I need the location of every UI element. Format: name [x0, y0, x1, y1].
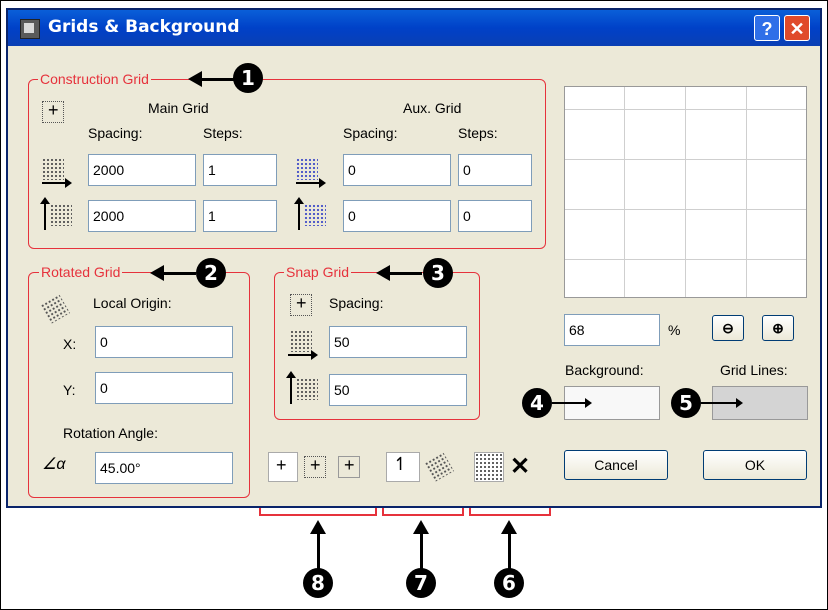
- callout-6: 6: [494, 568, 524, 598]
- snap-x-arrow: [288, 350, 318, 360]
- axes-icon: ↿: [393, 454, 409, 474]
- ok-button[interactable]: OK: [703, 450, 807, 480]
- callout-2-arrow: [150, 265, 196, 281]
- snap-grid-icon: [290, 293, 312, 316]
- bracket-8: [259, 508, 377, 516]
- callout-1: 1: [233, 63, 263, 93]
- grid-type-button-1[interactable]: ↿: [386, 452, 420, 482]
- aux-grid-y-arrow: [294, 197, 304, 230]
- main-grid-x-icon: [42, 158, 64, 180]
- callout-1-arrow: [188, 71, 234, 87]
- origin-y-field[interactable]: 0: [95, 372, 233, 404]
- background-button-1[interactable]: [474, 452, 504, 482]
- aux-grid-label: Aux. Grid: [403, 100, 462, 116]
- zoom-in-button[interactable]: ⊕: [762, 315, 794, 341]
- callout-2: 2: [196, 258, 226, 288]
- aux-grid-x-icon: [296, 158, 318, 180]
- aux-steps-x-field[interactable]: 0: [458, 154, 532, 186]
- x-label: X:: [63, 336, 77, 352]
- callout-7: 7: [406, 568, 436, 598]
- grid-display-button-3[interactable]: [338, 455, 360, 478]
- callout-6-arrow: [501, 520, 517, 570]
- snap-y-icon: [296, 378, 318, 400]
- local-origin-label: Local Origin:: [93, 295, 172, 311]
- cancel-button[interactable]: Cancel: [564, 450, 668, 480]
- snap-x-icon: [290, 330, 312, 352]
- aux-grid-x-arrow: [296, 178, 326, 188]
- zoom-field[interactable]: 68: [564, 314, 660, 346]
- snap-y-arrow: [286, 371, 296, 404]
- main-spacing-y-field[interactable]: 2000: [88, 200, 196, 232]
- callout-5-arrow: [701, 398, 743, 408]
- main-steps-y-field[interactable]: 1: [203, 200, 277, 232]
- construction-grid-legend: Construction Grid: [38, 71, 151, 87]
- zoom-in-icon: ⊕: [772, 320, 784, 336]
- aux-spacing-y-field[interactable]: 0: [343, 200, 451, 232]
- aux-spacing-x-field[interactable]: 0: [343, 154, 451, 186]
- grid-lines-label: Grid Lines:: [720, 362, 788, 378]
- title-bar: Grids & Background ? ✕: [8, 10, 820, 46]
- callout-3: 3: [423, 258, 453, 288]
- callout-8-arrow: [310, 520, 326, 570]
- callout-4-arrow: [552, 398, 592, 408]
- main-grid-y-arrow: [40, 197, 50, 230]
- grid-display-button-1[interactable]: +: [268, 452, 298, 482]
- clear-icon[interactable]: ✕: [510, 452, 530, 481]
- zoom-out-button[interactable]: ⊖: [712, 315, 744, 341]
- main-steps-label: Steps:: [203, 125, 243, 141]
- rotation-angle-field[interactable]: 45.00°: [95, 452, 233, 484]
- zoom-unit: %: [668, 322, 681, 338]
- rotation-angle-label: Rotation Angle:: [63, 425, 158, 441]
- grid-display-button-2[interactable]: [304, 455, 326, 478]
- rotated-grid-legend: Rotated Grid: [39, 264, 123, 280]
- y-label: Y:: [63, 382, 76, 398]
- snap-grid-legend: Snap Grid: [284, 264, 352, 280]
- construction-grid-icon: [42, 100, 64, 123]
- background-label: Background:: [565, 362, 644, 378]
- main-grid-x-arrow: [42, 178, 72, 188]
- window-title: Grids & Background: [48, 17, 240, 37]
- main-spacing-label: Spacing:: [88, 125, 143, 141]
- close-button[interactable]: ✕: [784, 15, 810, 41]
- callout-5: 5: [671, 388, 701, 418]
- main-grid-y-icon: [50, 204, 72, 226]
- angle-icon: ∠α: [42, 456, 66, 473]
- main-grid-label: Main Grid: [148, 100, 209, 116]
- origin-x-field[interactable]: 0: [95, 326, 233, 358]
- main-steps-x-field[interactable]: 1: [203, 154, 277, 186]
- aux-spacing-label: Spacing:: [343, 125, 398, 141]
- app-icon: [20, 19, 40, 39]
- aux-steps-label: Steps:: [458, 125, 498, 141]
- plus-icon: +: [276, 455, 287, 475]
- callout-7-arrow: [413, 520, 429, 570]
- callout-8: 8: [303, 568, 333, 598]
- snap-spacing-y-field[interactable]: 50: [329, 374, 467, 406]
- main-spacing-x-field[interactable]: 2000: [88, 154, 196, 186]
- help-button[interactable]: ?: [754, 15, 780, 41]
- snap-spacing-label: Spacing:: [329, 295, 384, 311]
- callout-4: 4: [522, 388, 552, 418]
- aux-grid-y-icon: [304, 204, 326, 226]
- callout-3-arrow: [376, 265, 422, 281]
- zoom-out-icon: ⊖: [722, 320, 734, 336]
- bracket-6: [469, 508, 551, 516]
- snap-spacing-x-field[interactable]: 50: [329, 326, 467, 358]
- bracket-7: [382, 508, 464, 516]
- aux-steps-y-field[interactable]: 0: [458, 200, 532, 232]
- grid-preview: [564, 86, 807, 298]
